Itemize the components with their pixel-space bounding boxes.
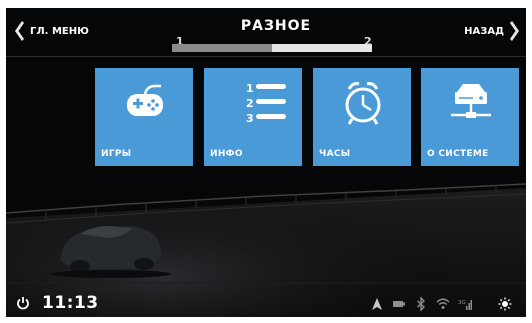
main-menu-label: ГЛ. МЕНЮ (30, 25, 89, 37)
alarm-clock-icon (345, 82, 381, 125)
gamepad-icon (127, 84, 163, 116)
tile-games[interactable]: ИГРЫ (95, 68, 193, 166)
back-label: НАЗАД (464, 25, 504, 37)
page-segment-2-active[interactable] (272, 44, 372, 52)
power-icon[interactable] (16, 296, 30, 310)
bluetooth-icon (417, 297, 426, 311)
wifi-icon (436, 298, 450, 309)
tile-info[interactable]: 1 2 3 ИНФО (204, 68, 302, 166)
status-bar: 11:13 3G (6, 290, 526, 317)
screen: ГЛ. МЕНЮ РАЗНОЕ 1 2 НАЗАД ИГРЫ 1 2 3 ИНФ… (6, 8, 526, 317)
clock-time: 11:13 (42, 293, 99, 313)
list-number-2: 2 (246, 97, 254, 110)
chevron-right-icon (510, 21, 519, 41)
hard-drive-network-icon (451, 84, 491, 118)
tile-about-system-label: О СИСТЕМЕ (427, 149, 489, 159)
battery-icon (393, 301, 405, 307)
header-divider (6, 56, 526, 57)
page-title: РАЗНОЕ (240, 18, 312, 34)
navigation-arrow-icon (372, 298, 382, 310)
signal-3g-label: 3G (458, 300, 466, 306)
page-segment-1[interactable] (172, 44, 272, 52)
list-number-1: 1 (246, 82, 254, 95)
numbered-list-icon: 1 2 3 (246, 82, 286, 125)
page-indicator: 1 2 (172, 35, 372, 53)
chevron-left-icon (15, 21, 24, 41)
tile-clock[interactable]: ЧАСЫ (313, 68, 411, 166)
3g-signal-icon: 3G (458, 300, 472, 310)
tile-games-label: ИГРЫ (101, 149, 132, 159)
back-button[interactable]: НАЗАД (464, 19, 522, 43)
tile-about-system[interactable]: О СИСТЕМЕ (421, 68, 519, 166)
header-bar: ГЛ. МЕНЮ РАЗНОЕ 1 2 НАЗАД (6, 8, 526, 58)
brightness-icon[interactable] (498, 297, 512, 311)
list-number-3: 3 (246, 112, 254, 125)
tile-clock-label: ЧАСЫ (319, 149, 351, 159)
tile-info-label: ИНФО (210, 149, 243, 159)
main-menu-button[interactable]: ГЛ. МЕНЮ (12, 19, 89, 43)
